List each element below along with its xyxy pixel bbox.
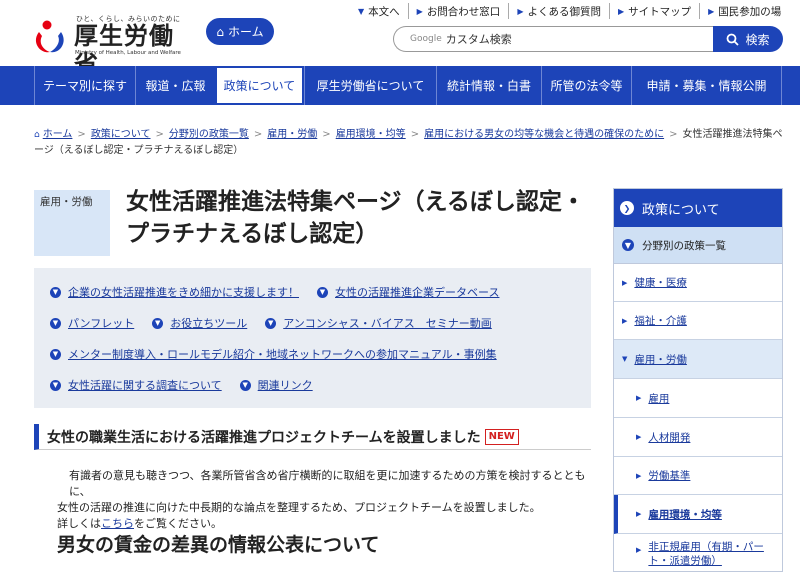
sidebar-title[interactable]: ❯ 政策について: [614, 189, 782, 227]
chevron-right-icon: ❯: [620, 201, 634, 215]
sidebar-item-labor-standards[interactable]: ▶ 労働基準: [614, 457, 782, 495]
sidebar-item-equality[interactable]: ▶ 雇用環境・均等: [614, 495, 782, 534]
chevron-right-icon: ▶: [622, 278, 628, 287]
quick-link[interactable]: ▼ 企業の女性活躍推進をきめ細かに支援します！: [50, 284, 299, 300]
section-heading: 女性の職業生活における活躍推進プロジェクトチームを設置しました NEW: [34, 424, 591, 450]
quick-links-row: ▼ 企業の女性活躍推進をきめ細かに支援します！ ▼ 女性の活躍推進企業データベース: [50, 284, 591, 315]
quick-link[interactable]: ▼ 関連リンク: [239, 377, 313, 393]
chevron-down-icon: ▼: [152, 317, 164, 329]
logo-english: Ministry of Health, Labour and Welfare: [75, 50, 181, 56]
chevron-right-icon: ▶: [636, 471, 642, 480]
category-label: 雇用・労働: [34, 190, 110, 256]
chevron-right-icon: ▶: [622, 316, 628, 325]
new-badge: NEW: [484, 428, 519, 445]
quick-links-panel: ▼ 企業の女性活躍推進をきめ細かに支援します！ ▼ 女性の活躍推進企業データベース …: [34, 268, 591, 408]
gnav-item-laws[interactable]: 所管の法令等: [541, 66, 631, 105]
breadcrumb-equal-opportunity[interactable]: 雇用における男女の均等な機会と待遇の確保のために: [424, 129, 664, 140]
breadcrumb-separator: >: [322, 129, 331, 140]
quick-link[interactable]: ▼ メンター制度導入・ロールモデル紹介・地域ネットワークへの参加マニュアル・事例集: [50, 346, 497, 362]
utility-link-participation[interactable]: ▶ 国民参加の場: [699, 3, 789, 19]
breadcrumb-labor[interactable]: 雇用・労働: [267, 129, 317, 140]
sidebar-item-labor[interactable]: ▼ 雇用・労働: [614, 340, 782, 379]
chevron-down-icon: ▼: [358, 6, 365, 16]
chevron-down-icon: ▼: [50, 317, 61, 329]
chevron-right-icon: ▶: [636, 394, 642, 402]
chevron-down-icon: ▼: [622, 239, 634, 251]
chevron-down-icon: ▼: [50, 379, 61, 391]
breadcrumb-policy[interactable]: 政策について: [91, 129, 151, 140]
page-title: 女性活躍推進法特集ページ（えるぼし認定・プラチナえるぼし認定）: [126, 189, 585, 247]
breadcrumb-equality[interactable]: 雇用環境・均等: [336, 129, 406, 140]
search-icon: [727, 33, 740, 46]
chevron-down-icon: ▼: [265, 317, 277, 329]
body-line: 有識者の意見も聴きつつ、各業所管省含め省庁横断的に取組を更に加速するための方策を…: [69, 469, 586, 498]
home-icon: ⌂: [34, 130, 40, 140]
chevron-right-icon: ▶: [517, 6, 524, 16]
google-label: Google: [410, 34, 442, 44]
search-placeholder: カスタム検索: [445, 33, 512, 46]
breadcrumb-separator: >: [253, 129, 263, 140]
sidebar-item-health[interactable]: ▶ 健康・医療: [614, 264, 782, 302]
breadcrumb: ⌂ ホーム > 政策について > 分野別の政策一覧 > 雇用・労働 > 雇用環境・均等 > 雇用におけ…: [34, 127, 784, 158]
quick-links-row: ▼ メンター制度導入・ロールモデル紹介・地域ネットワークへの参加マニュアル・事例集: [50, 346, 591, 377]
breadcrumb-separator: >: [155, 129, 164, 140]
quick-link[interactable]: ▼ 女性活躍に関する調査について: [50, 377, 222, 393]
chevron-down-icon: ▼: [622, 355, 628, 363]
quick-links-row: ▼ 女性活躍に関する調査について ▼ 関連リンク: [50, 377, 591, 408]
gnav-item-policy[interactable]: 政策について: [215, 66, 304, 105]
sidebar-nav: ❯ 政策について ▼ 分野別の政策一覧 ▶ 健康・医療 ▶ 福祉・介護 ▼ 雇用・労働 ▶…: [613, 188, 783, 572]
chevron-right-icon: ▶: [636, 510, 642, 518]
chevron-right-icon: ▶: [708, 6, 715, 16]
gnav-item-press[interactable]: 報道・広報: [135, 66, 215, 105]
sidebar-item-hr-development[interactable]: ▶ 人材開発: [614, 418, 782, 457]
quick-link[interactable]: ▼ パンフレット: [50, 315, 134, 331]
home-icon: ⌂: [216, 24, 224, 39]
chevron-down-icon: ▼: [239, 379, 251, 391]
sidebar-item-nonregular[interactable]: ▶ 非正規雇用（有期・パート・派遣労働）: [614, 534, 782, 571]
chevron-right-icon: ▶: [416, 6, 423, 16]
quick-links-row: ▼ パンフレット ▼ お役立ちツール ▼ アンコンシャス・バイアス セミナー動画: [50, 315, 591, 346]
breadcrumb-separator: >: [669, 129, 678, 140]
utility-link-faq[interactable]: ▶ よくある御質問: [508, 3, 609, 19]
gnav-item-about[interactable]: 厚生労働省について: [304, 66, 436, 105]
utility-link-sitemap[interactable]: ▶ サイトマップ: [608, 3, 699, 19]
breadcrumb-home[interactable]: ホーム: [43, 129, 73, 140]
search-button-label: 検索: [745, 32, 770, 47]
home-button[interactable]: ⌂ ホーム: [206, 18, 274, 45]
section-heading-wage-gap: 男女の賃金の差異の情報公表について: [57, 534, 380, 556]
chevron-down-icon: ▼: [317, 286, 328, 298]
quick-link[interactable]: ▼ 女性の活躍推進企業データベース: [317, 284, 499, 300]
search-button[interactable]: 検索: [713, 26, 783, 52]
chevron-down-icon: ▼: [50, 286, 61, 298]
breadcrumb-fields[interactable]: 分野別の政策一覧: [169, 129, 249, 140]
utility-link-skip[interactable]: ▼ 本文へ: [350, 3, 408, 19]
sidebar-item-welfare[interactable]: ▶ 福祉・介護: [614, 302, 782, 340]
details-link[interactable]: こちら: [101, 517, 134, 530]
chevron-right-icon: ▶: [636, 546, 642, 554]
sidebar-item-employment[interactable]: ▶ 雇用: [614, 379, 782, 418]
site-logo[interactable]: ひと、くらし、みらいのために 厚生労働省 Ministry of Health,…: [34, 14, 194, 78]
sidebar-subheading[interactable]: ▼ 分野別の政策一覧: [614, 227, 782, 264]
search-input[interactable]: Google カスタム検索: [393, 26, 713, 52]
home-button-label: ホーム: [227, 25, 264, 39]
breadcrumb-separator: >: [77, 129, 86, 140]
chevron-right-icon: ▶: [636, 433, 642, 441]
quick-link[interactable]: ▼ アンコンシャス・バイアス セミナー動画: [265, 315, 492, 331]
gnav-item-applications[interactable]: 申請・募集・情報公開: [631, 66, 782, 105]
utility-links: ▼ 本文へ ▶ お問合わせ窓口 ▶ よくある御質問 ▶ サイトマップ ▶ 国民参加の場: [350, 3, 800, 19]
breadcrumb-separator: >: [410, 129, 420, 140]
section-heading-text: 女性の職業生活における活躍推進プロジェクトチームを設置しました: [47, 429, 481, 446]
quick-link[interactable]: ▼ お役立ちツール: [152, 315, 247, 331]
gnav-item-theme[interactable]: テーマ別に探す: [34, 66, 135, 105]
chevron-right-icon: ▶: [617, 6, 625, 16]
global-nav: テーマ別に探す 報道・広報 政策について 厚生労働省について 統計情報・白書 所…: [0, 66, 800, 105]
section-body: 有識者の意見も聴きつつ、各業所管省含め省庁横断的に取組を更に加速するための方策を…: [57, 468, 591, 532]
utility-link-contact[interactable]: ▶ お問合わせ窓口: [407, 3, 509, 19]
body-line: 女性の活躍の推進に向けた中長期的な論点を整理するため、プロジェクトチームを設置し…: [57, 501, 541, 514]
site-header: ひと、くらし、みらいのために 厚生労働省 Ministry of Health,…: [0, 0, 800, 78]
chevron-down-icon: ▼: [50, 348, 61, 360]
logo-mark-icon: [35, 20, 64, 53]
gnav-item-stats[interactable]: 統計情報・白書: [436, 66, 541, 105]
